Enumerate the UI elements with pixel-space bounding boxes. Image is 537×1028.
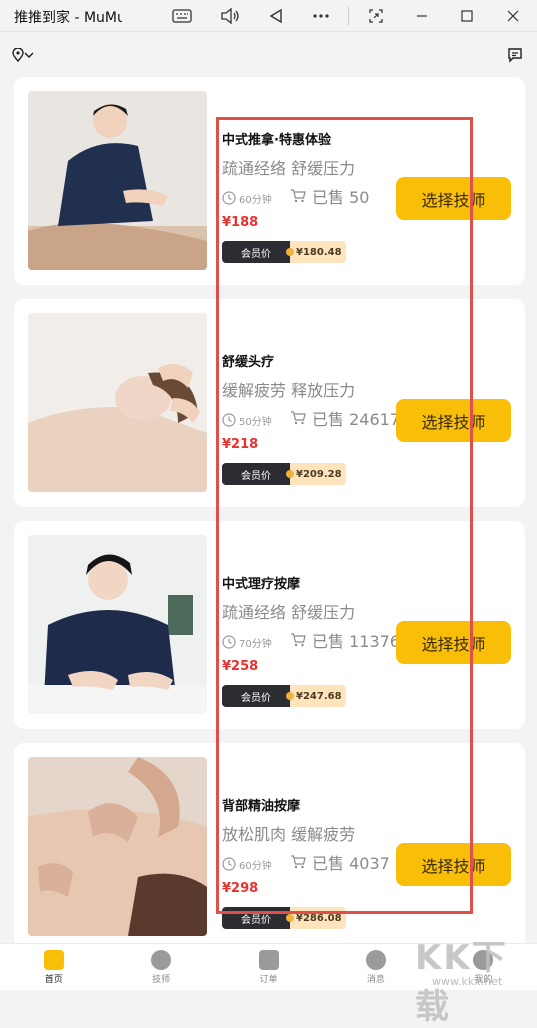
duration: 70分钟 bbox=[222, 633, 272, 651]
select-technician-button[interactable]: 选择技师 bbox=[396, 177, 511, 220]
member-label: 会员价 bbox=[222, 907, 290, 929]
cart-icon bbox=[291, 411, 306, 425]
chevron-down-icon bbox=[24, 52, 34, 58]
tab-messages[interactable]: 消息 bbox=[322, 944, 429, 990]
sold-text: 已售 24617 bbox=[312, 410, 400, 429]
member-price-badge: 会员价 ¥286.08 bbox=[222, 907, 346, 929]
service-image bbox=[28, 313, 207, 492]
clock-icon bbox=[222, 635, 236, 649]
cart-icon bbox=[291, 633, 306, 647]
app-header bbox=[0, 33, 537, 77]
screenshot-icon[interactable] bbox=[364, 4, 388, 28]
duration-text: 70分钟 bbox=[239, 638, 272, 650]
minimize-icon[interactable] bbox=[410, 4, 434, 28]
tab-orders[interactable]: 订单 bbox=[215, 944, 322, 990]
member-price: ¥209.28 bbox=[286, 463, 346, 485]
titlebar-divider bbox=[348, 7, 349, 25]
duration-text: 50分钟 bbox=[239, 416, 272, 428]
service-card[interactable]: 舒缓头疗 缓解疲劳 释放压力 50分钟 已售 24617 ¥218 会员价 ¥2… bbox=[14, 299, 525, 507]
price: ¥188 bbox=[222, 215, 259, 230]
price: ¥298 bbox=[222, 881, 259, 896]
member-label: 会员价 bbox=[222, 685, 290, 707]
location-pin-icon bbox=[12, 48, 24, 62]
home-icon bbox=[43, 949, 64, 970]
tab-label: 订单 bbox=[259, 974, 278, 985]
clock-icon bbox=[222, 191, 236, 205]
sold-count: 已售 4037 bbox=[290, 851, 390, 873]
member-price-badge: 会员价 ¥180.48 bbox=[222, 241, 346, 263]
service-card[interactable]: 背部精油按摩 放松肌肉 缓解疲劳 60分钟 已售 4037 ¥298 会员价 ¥… bbox=[14, 743, 525, 943]
cart-icon bbox=[291, 855, 306, 869]
service-image bbox=[28, 91, 207, 270]
member-label: 会员价 bbox=[222, 463, 290, 485]
watermark-url: www.kkx.net bbox=[432, 975, 503, 988]
window-title: 推推到家 - MuMu bbox=[14, 10, 122, 26]
duration: 50分钟 bbox=[222, 411, 272, 429]
tab-home[interactable]: 首页 bbox=[0, 944, 107, 990]
duration: 60分钟 bbox=[222, 189, 272, 207]
location-selector[interactable] bbox=[12, 47, 38, 63]
member-price: ¥247.68 bbox=[286, 685, 346, 707]
service-name: 背部精油按摩 bbox=[222, 799, 301, 814]
volume-icon[interactable] bbox=[218, 4, 242, 28]
more-icon[interactable] bbox=[309, 4, 333, 28]
price: ¥218 bbox=[222, 437, 259, 452]
tab-label: 技师 bbox=[152, 974, 171, 985]
window-titlebar: 推推到家 - MuMu bbox=[0, 0, 537, 32]
sold-count: 已售 24617 bbox=[290, 407, 400, 429]
service-subtitle: 放松肌肉 缓解疲劳 bbox=[222, 825, 356, 844]
service-subtitle: 疏通经络 舒缓压力 bbox=[222, 603, 356, 622]
back-icon[interactable] bbox=[264, 4, 288, 28]
sold-text: 已售 50 bbox=[312, 188, 370, 207]
member-label: 会员价 bbox=[222, 241, 290, 263]
clock-icon bbox=[222, 857, 236, 871]
select-technician-button[interactable]: 选择技师 bbox=[396, 843, 511, 886]
service-name: 中式推拿·特惠体验 bbox=[222, 133, 331, 148]
person-icon bbox=[151, 949, 172, 970]
tab-label: 首页 bbox=[44, 974, 63, 985]
service-card[interactable]: 中式推拿·特惠体验 疏通经络 舒缓压力 60分钟 已售 50 ¥188 会员价 … bbox=[14, 77, 525, 285]
cart-icon bbox=[291, 189, 306, 203]
service-image bbox=[28, 757, 207, 936]
duration: 60分钟 bbox=[222, 855, 272, 873]
member-price: ¥180.48 bbox=[286, 241, 346, 263]
close-icon[interactable] bbox=[501, 4, 525, 28]
service-name: 中式理疗按摩 bbox=[222, 577, 301, 592]
member-price: ¥286.08 bbox=[286, 907, 346, 929]
service-image bbox=[28, 535, 207, 714]
keyboard-icon[interactable] bbox=[170, 4, 194, 28]
message-icon[interactable] bbox=[507, 47, 523, 63]
sold-count: 已售 113764 bbox=[290, 629, 410, 651]
tab-label: 消息 bbox=[366, 974, 385, 985]
chat-icon bbox=[365, 949, 386, 970]
duration-text: 60分钟 bbox=[239, 860, 272, 872]
tab-technician[interactable]: 技师 bbox=[107, 944, 214, 990]
select-technician-button[interactable]: 选择技师 bbox=[396, 621, 511, 664]
sold-text: 已售 4037 bbox=[312, 854, 390, 873]
clock-icon bbox=[222, 413, 236, 427]
service-name: 舒缓头疗 bbox=[222, 355, 275, 370]
select-technician-button[interactable]: 选择技师 bbox=[396, 399, 511, 442]
service-subtitle: 缓解疲劳 释放压力 bbox=[222, 381, 356, 400]
service-card[interactable]: 中式理疗按摩 疏通经络 舒缓压力 70分钟 已售 113764 ¥258 会员价… bbox=[14, 521, 525, 729]
sold-count: 已售 50 bbox=[290, 185, 369, 207]
price: ¥258 bbox=[222, 659, 259, 674]
service-list[interactable]: 中式推拿·特惠体验 疏通经络 舒缓压力 60分钟 已售 50 ¥188 会员价 … bbox=[0, 77, 537, 943]
maximize-icon[interactable] bbox=[455, 4, 479, 28]
member-price-badge: 会员价 ¥247.68 bbox=[222, 685, 346, 707]
service-subtitle: 疏通经络 舒缓压力 bbox=[222, 159, 356, 178]
member-price-badge: 会员价 ¥209.28 bbox=[222, 463, 346, 485]
duration-text: 60分钟 bbox=[239, 194, 272, 206]
document-icon bbox=[258, 949, 279, 970]
